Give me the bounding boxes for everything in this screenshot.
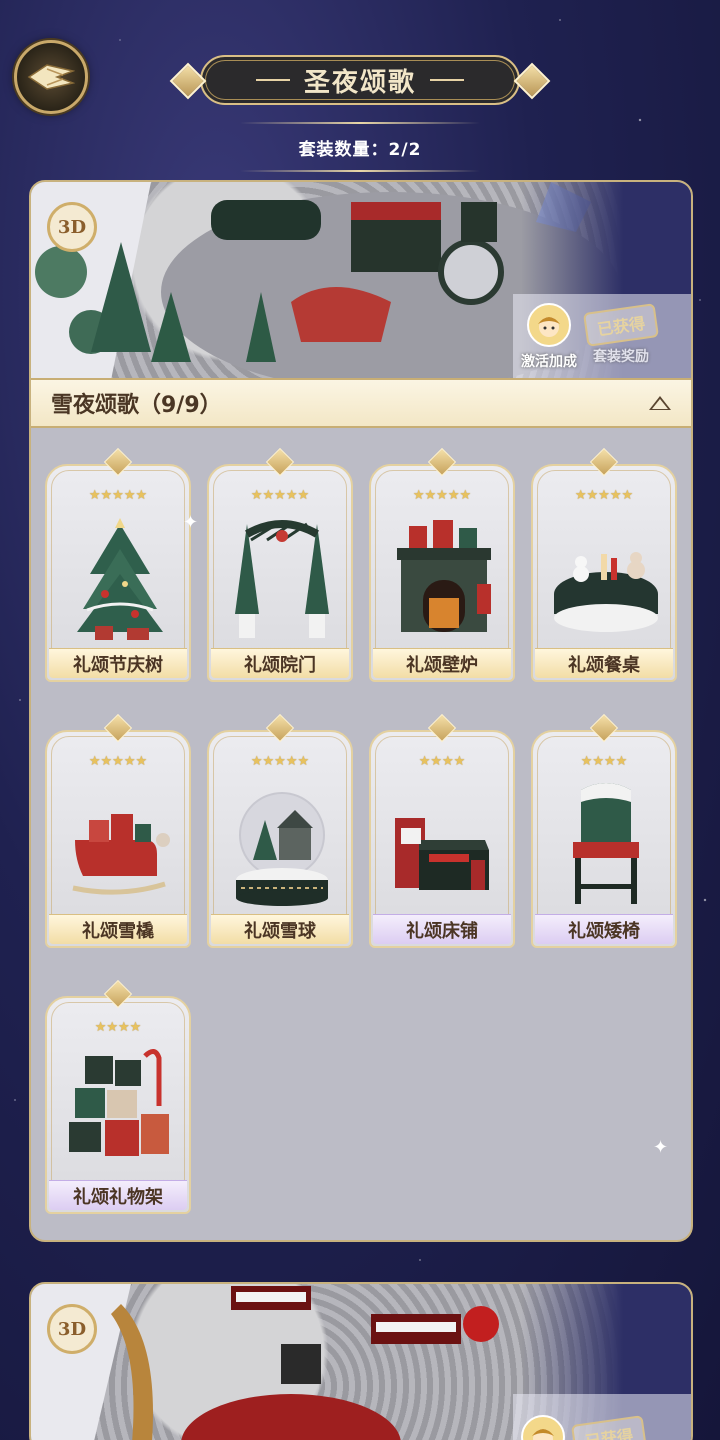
item-label: 礼颂壁炉 [373, 648, 511, 678]
star-rating: ★★★★ [418, 754, 466, 769]
sparkle-icon: ✦ [183, 512, 199, 533]
fireplace-icon [389, 514, 499, 644]
3d-view-button[interactable]: 3D [47, 202, 97, 252]
item-label: 礼颂院门 [211, 648, 349, 678]
suit-reward[interactable]: 已获得 [570, 1415, 648, 1440]
star-rating: ★★★★★ [412, 488, 472, 503]
star-rating: ★★★★ [94, 1020, 142, 1035]
garden-gate-icon [227, 514, 337, 644]
star-rating: ★★★★★ [88, 488, 148, 503]
obtained-stamp: 已获得 [582, 303, 660, 347]
star-rating: ★★★★★ [574, 488, 634, 503]
obtained-stamp: 已获得 [570, 1415, 648, 1440]
furniture-item[interactable]: ★★★★★ 礼颂节庆树 [45, 447, 191, 682]
suit-card-snow-night-carol: 3D 激活加成 已获得 套装奖励 雪夜颂歌（9/9） ★★★★★ 礼颂节庆树 ★★★… [29, 180, 693, 1242]
back-button[interactable] [14, 40, 88, 114]
item-label: 礼颂餐桌 [535, 648, 673, 678]
dining-table-icon [551, 514, 661, 644]
collapse-triangle-icon[interactable] [649, 396, 671, 410]
furniture-item[interactable]: ★★★★★ 礼颂院门 [207, 447, 353, 682]
bed-icon [389, 780, 499, 910]
item-grid: ★★★★★ 礼颂节庆树 ★★★★★ 礼颂院门 ★★★★★ 礼颂壁炉 ★★★★★ 礼颂餐桌 ★★★… [45, 447, 679, 1214]
sparkle-icon: ✦ [653, 1137, 669, 1158]
elf-head-icon [527, 303, 571, 347]
furniture-item[interactable]: ★★★★ 礼颂礼物架 [45, 979, 191, 1214]
suit-banner-preview[interactable]: 3D 激活加成 已获得 套装奖励 [31, 182, 691, 380]
christmas-tree-icon [65, 514, 175, 644]
activation-bonus[interactable] [521, 1415, 565, 1440]
furniture-item[interactable]: ★★★★★ 礼颂餐桌 [531, 447, 677, 682]
suit-banner-preview[interactable]: 3D 已获得 [31, 1284, 691, 1440]
star-rating: ★★★★★ [250, 754, 310, 769]
page-title: 圣夜颂歌 [303, 67, 416, 98]
elf-head-icon [521, 1415, 565, 1440]
reward-strip: 已获得 [513, 1394, 691, 1440]
item-label: 礼颂雪橇 [49, 914, 187, 944]
set-title: 雪夜颂歌（9/9） [51, 393, 222, 418]
furniture-item[interactable]: ★★★★ 礼颂床铺 [369, 713, 515, 948]
star-rating: ★★★★★ [88, 754, 148, 769]
3d-view-button[interactable]: 3D [47, 1304, 97, 1354]
gift-shelf-icon [65, 1046, 175, 1176]
item-label: 礼颂床铺 [373, 914, 511, 944]
back-arrow-icon [27, 64, 75, 90]
item-label: 礼颂矮椅 [535, 914, 673, 944]
furniture-item[interactable]: ★★★★★ 礼颂雪橇 [45, 713, 191, 948]
set-header[interactable]: 雪夜颂歌（9/9） [31, 378, 691, 428]
item-label: 礼颂礼物架 [49, 1180, 187, 1210]
suit-reward[interactable]: 已获得 套装奖励 [582, 303, 660, 366]
furniture-item[interactable]: ★★★★★ 礼颂雪球 [207, 713, 353, 948]
reward-strip: 激活加成 已获得 套装奖励 [513, 294, 691, 380]
diamond-ornament-icon [169, 62, 207, 100]
star-rating: ★★★★★ [250, 488, 310, 503]
item-label: 礼颂节庆树 [49, 648, 187, 678]
suit-count: 套装数量：2/2 [240, 122, 480, 172]
snow-globe-icon [227, 780, 337, 910]
diamond-ornament-icon [513, 62, 551, 100]
sleigh-icon [65, 780, 175, 910]
activation-bonus[interactable]: 激活加成 [521, 303, 577, 371]
suit-card-second: 3D 已获得 [29, 1282, 693, 1440]
page-title-plaque: 圣夜颂歌 [169, 54, 551, 106]
furniture-item[interactable]: ★★★★ 礼颂矮椅 [531, 713, 677, 948]
chair-icon [551, 780, 661, 910]
item-label: 礼颂雪球 [211, 914, 349, 944]
star-rating: ★★★★ [580, 754, 628, 769]
furniture-item[interactable]: ★★★★★ 礼颂壁炉 [369, 447, 515, 682]
